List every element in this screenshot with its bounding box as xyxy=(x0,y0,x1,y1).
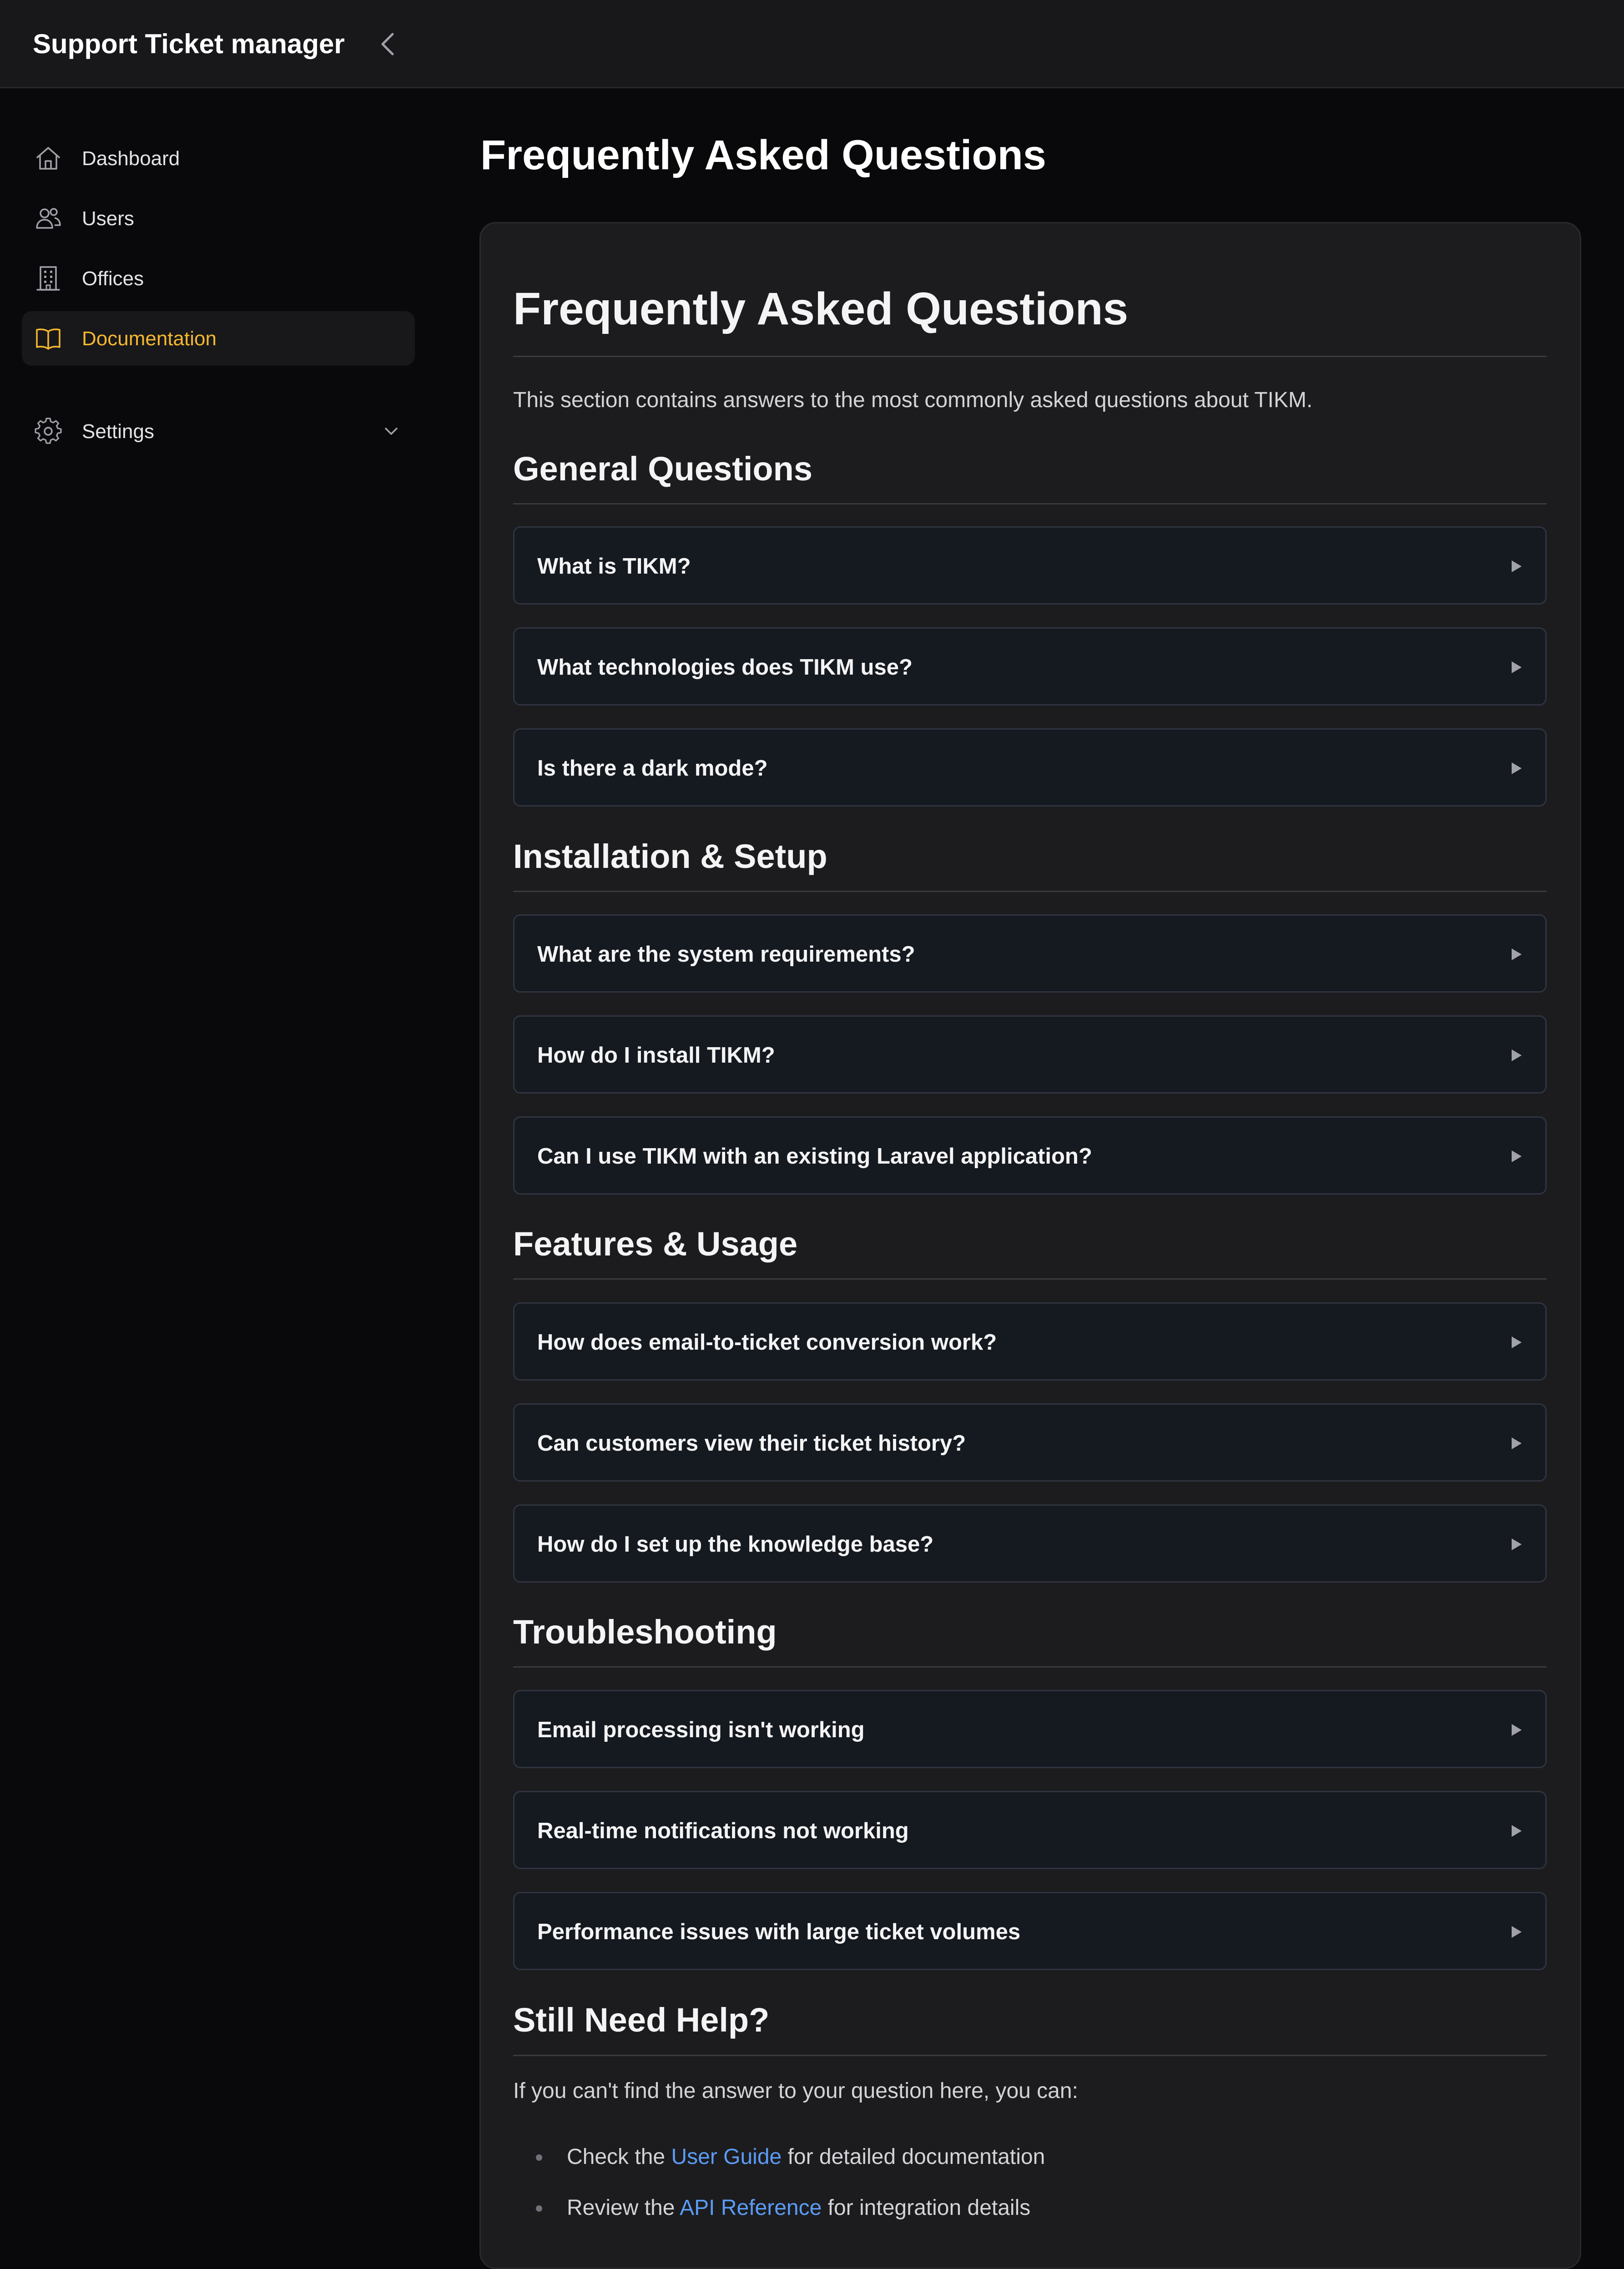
faq-item[interactable]: Email processing isn't working xyxy=(513,1690,1547,1768)
list-item-suffix: for integration details xyxy=(822,2196,1031,2220)
app-title: Support Ticket manager xyxy=(33,29,345,59)
chevron-left-icon xyxy=(381,33,394,55)
sidebar-item-label: Users xyxy=(82,207,134,230)
faq-question: Can customers view their ticket history? xyxy=(537,1431,966,1456)
faq-item[interactable]: What technologies does TIKM use? xyxy=(513,627,1547,706)
section-heading-general: General Questions xyxy=(513,450,812,488)
sidebar-item-offices[interactable]: Offices xyxy=(22,251,415,306)
triangle-right-icon xyxy=(1512,1538,1522,1550)
divider xyxy=(513,891,1547,892)
user-guide-link[interactable]: User Guide xyxy=(671,2145,782,2169)
faq-item[interactable]: Is there a dark mode? xyxy=(513,728,1547,807)
sidebar-item-label: Settings xyxy=(82,420,154,443)
sidebar-item-settings[interactable]: Settings xyxy=(22,404,415,459)
faq-question: Performance issues with large ticket vol… xyxy=(537,1920,1021,1944)
faq-question: Can I use TIKM with an existing Laravel … xyxy=(537,1144,1092,1169)
faq-item[interactable]: Performance issues with large ticket vol… xyxy=(513,1892,1547,1970)
list-item-suffix: for detailed documentation xyxy=(782,2145,1045,2169)
faq-item[interactable]: Real-time notifications not working xyxy=(513,1791,1547,1869)
faq-question: How do I install TIKM? xyxy=(537,1043,775,1068)
list-item-text: Review the API Reference for integration… xyxy=(567,2195,1030,2221)
divider xyxy=(513,356,1547,357)
divider xyxy=(513,503,1547,504)
api-reference-link[interactable]: API Reference xyxy=(680,2196,822,2220)
sidebar-item-users[interactable]: Users xyxy=(22,191,415,246)
list-item-prefix: Review the xyxy=(567,2196,680,2220)
home-icon xyxy=(36,147,60,170)
faq-item[interactable]: How do I install TIKM? xyxy=(513,1015,1547,1094)
divider xyxy=(513,1666,1547,1668)
faq-item[interactable]: How do I set up the knowledge base? xyxy=(513,1504,1547,1583)
sidebar-item-label: Documentation xyxy=(82,328,217,350)
faq-question: What are the system requirements? xyxy=(537,942,915,967)
bullet xyxy=(536,2154,542,2161)
triangle-right-icon xyxy=(1512,948,1522,960)
building-icon xyxy=(36,266,60,291)
triangle-right-icon xyxy=(1512,1437,1522,1449)
faq-item[interactable]: What are the system requirements? xyxy=(513,914,1547,993)
triangle-right-icon xyxy=(1512,1049,1522,1061)
faq-question: How do I set up the knowledge base? xyxy=(537,1532,934,1557)
faq-question: What is TIKM? xyxy=(537,554,691,579)
triangle-right-icon xyxy=(1512,1724,1522,1736)
triangle-right-icon xyxy=(1512,1336,1522,1348)
divider xyxy=(513,2055,1547,2056)
chevron-down-icon xyxy=(385,428,398,435)
faq-item[interactable]: What is TIKM? xyxy=(513,526,1547,605)
section-heading-help: Still Need Help? xyxy=(513,2001,770,2039)
faq-question: How does email-to-ticket conversion work… xyxy=(537,1330,997,1355)
faq-question: What technologies does TIKM use? xyxy=(537,655,913,680)
help-text: If you can't find the answer to your que… xyxy=(513,2079,1078,2103)
faq-item[interactable]: How does email-to-ticket conversion work… xyxy=(513,1302,1547,1381)
bullet xyxy=(536,2205,542,2212)
page-title: Frequently Asked Questions xyxy=(480,132,1046,178)
intro-text: This section contains answers to the mos… xyxy=(513,388,1313,412)
faq-question: Is there a dark mode? xyxy=(537,756,768,781)
sidebar-item-documentation[interactable]: Documentation xyxy=(22,311,415,366)
list-item-prefix: Check the xyxy=(567,2145,671,2169)
list-item-text: Check the User Guide for detailed docume… xyxy=(567,2144,1045,2170)
section-heading-features: Features & Usage xyxy=(513,1225,798,1263)
section-heading-installation: Installation & Setup xyxy=(513,837,827,875)
triangle-right-icon xyxy=(1512,1825,1522,1837)
book-open-icon xyxy=(36,328,61,350)
faq-item[interactable]: Can I use TIKM with an existing Laravel … xyxy=(513,1116,1547,1195)
top-bar: Support Ticket manager xyxy=(0,0,1624,88)
sidebar-item-label: Offices xyxy=(82,267,144,290)
faq-heading: Frequently Asked Questions xyxy=(513,283,1129,334)
sidebar-item-label: Dashboard xyxy=(82,147,180,170)
faq-question: Real-time notifications not working xyxy=(537,1819,909,1843)
gear-icon xyxy=(35,418,62,444)
section-heading-troubleshooting: Troubleshooting xyxy=(513,1613,777,1651)
triangle-right-icon xyxy=(1512,560,1522,572)
sidebar-item-dashboard[interactable]: Dashboard xyxy=(22,131,415,186)
sidebar: Dashboard Users Offices Documentation Se… xyxy=(0,88,437,2250)
faq-item[interactable]: Can customers view their ticket history? xyxy=(513,1403,1547,1482)
triangle-right-icon xyxy=(1512,762,1522,774)
divider xyxy=(513,1278,1547,1280)
triangle-right-icon xyxy=(1512,1926,1522,1938)
triangle-right-icon xyxy=(1512,1150,1522,1162)
users-icon xyxy=(36,208,61,229)
faq-question: Email processing isn't working xyxy=(537,1718,865,1742)
collapse-sidebar-button[interactable] xyxy=(373,29,403,59)
triangle-right-icon xyxy=(1512,661,1522,673)
